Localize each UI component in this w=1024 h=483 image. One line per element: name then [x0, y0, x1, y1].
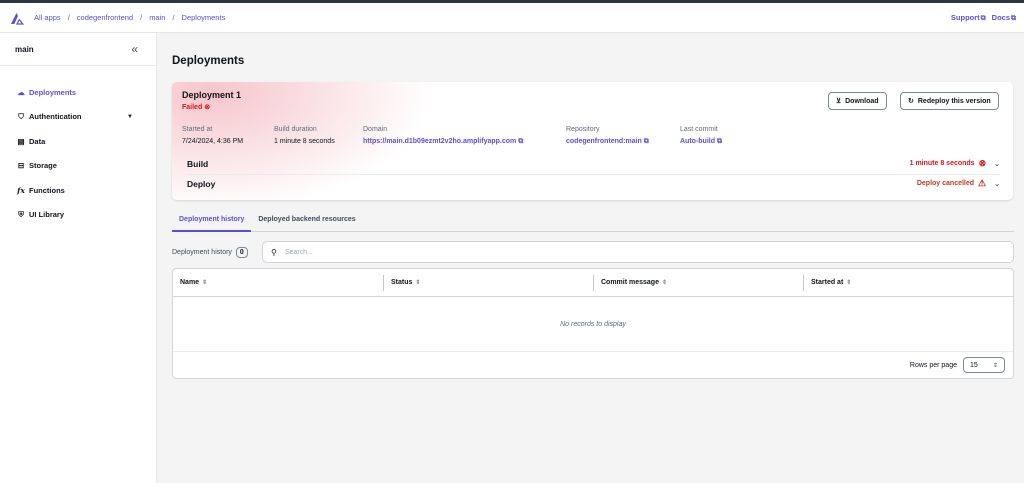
- table-header: Name ⇕ Status ⇕ Commit message ⇕ Started at…: [173, 269, 1013, 297]
- shield-icon: ⛉: [18, 111, 24, 121]
- docs-link[interactable]: Docs⧉: [992, 13, 1016, 23]
- last-commit-link[interactable]: Auto-build ⧉: [680, 138, 722, 146]
- history-count: 0: [235, 246, 248, 258]
- column-commit-message[interactable]: Commit message ⇕: [593, 274, 803, 291]
- database-icon: ▤: [17, 136, 25, 146]
- status-badge: Failed ⊗: [182, 104, 211, 111]
- build-duration: Build duration 1 minute 8 seconds: [274, 126, 335, 145]
- refresh-icon: ↻: [908, 98, 914, 105]
- build-step[interactable]: Build 1 minute 8 seconds ⊗ ⌄: [187, 154, 1000, 173]
- page-title: Deployments: [172, 55, 245, 67]
- warning-icon: ⚠: [978, 178, 987, 188]
- external-link-icon: ⧉: [1011, 15, 1016, 22]
- amplify-logo-icon[interactable]: [10, 11, 24, 25]
- domain-link[interactable]: https://main.d1b09ezmt2v2ho.amplifyapp.c…: [363, 138, 523, 146]
- caret-down-icon[interactable]: ▼: [127, 114, 133, 120]
- sidebar-item-storage[interactable]: ⊟ Storage: [0, 154, 156, 179]
- storage-icon: ⊟: [17, 161, 25, 171]
- deployment-title: Deployment 1: [182, 90, 242, 100]
- breadcrumb: All apps / codegenfrontend / main / Depl…: [34, 13, 226, 22]
- breadcrumb-app[interactable]: codegenfrontend: [77, 13, 133, 22]
- error-icon: ⊗: [204, 104, 211, 111]
- cloud-icon: ☁: [17, 87, 25, 97]
- domain: Domain https://main.d1b09ezmt2v2ho.ampli…: [363, 126, 524, 146]
- column-status[interactable]: Status ⇕: [383, 274, 593, 291]
- external-link-icon: ⧉: [518, 138, 524, 145]
- column-started-at[interactable]: Started at ⇕: [803, 274, 1013, 291]
- chevron-down-icon[interactable]: ⌄: [994, 180, 1000, 188]
- sort-icon: ⇕: [661, 280, 667, 286]
- table-footer: Rows per page 15 ⇕: [173, 352, 1013, 378]
- sidebar-title: main: [15, 44, 34, 54]
- external-link-icon: ⧉: [643, 138, 649, 145]
- tab-deployed-backend-resources[interactable]: Deployed backend resources: [251, 211, 362, 231]
- history-header: Deployment history 0: [172, 245, 248, 259]
- sort-icon: ⇕: [846, 280, 852, 286]
- tabs: Deployment history Deployed backend reso…: [172, 211, 1014, 232]
- support-link[interactable]: Support⧉: [951, 13, 986, 23]
- breadcrumb-all-apps[interactable]: All apps: [34, 13, 61, 22]
- external-link-icon: ⧉: [716, 138, 722, 145]
- sidebar-item-functions[interactable]: fx Functions: [0, 178, 156, 203]
- repository-link[interactable]: codegenfrontend:main ⧉: [566, 138, 649, 146]
- sort-icon: ⇕: [202, 280, 208, 286]
- error-icon: ⊗: [978, 158, 987, 168]
- search-icon: ⚲: [271, 247, 277, 257]
- redeploy-button[interactable]: ↻ Redeploy this version: [900, 92, 999, 110]
- collapse-sidebar-icon[interactable]: «: [131, 42, 138, 56]
- top-bar: All apps / codegenfrontend / main / Depl…: [0, 0, 1024, 33]
- external-link-icon: ⧉: [980, 15, 986, 22]
- repository: Repository codegenfrontend:main ⧉: [566, 126, 649, 146]
- function-icon: fx: [17, 185, 25, 195]
- sidebar-item-ui-library[interactable]: ⛨ UI Library: [0, 203, 156, 228]
- column-name[interactable]: Name ⇕: [173, 275, 383, 291]
- sidebar-item-authentication[interactable]: ⛉ Authentication ▼: [0, 105, 156, 130]
- sort-icon: ⇕: [415, 280, 421, 286]
- sidebar: main « ☁ Deployments ⛉ Authentication ▼ …: [0, 33, 157, 483]
- sidebar-nav: ☁ Deployments ⛉ Authentication ▼ ▤ Data …: [0, 66, 156, 227]
- rows-per-page-select[interactable]: 15 ⇕: [963, 357, 1005, 373]
- breadcrumb-current: Deployments: [181, 13, 226, 22]
- last-commit: Last commit Auto-build ⧉: [680, 126, 722, 146]
- sidebar-item-deployments[interactable]: ☁ Deployments: [0, 80, 156, 105]
- empty-state: No records to display: [173, 297, 1013, 352]
- chevron-down-icon[interactable]: ⌄: [994, 160, 1000, 168]
- search-input[interactable]: ⚲ Search...: [262, 241, 1014, 263]
- tab-deployment-history[interactable]: Deployment history: [172, 211, 252, 232]
- sidebar-item-data[interactable]: ▤ Data: [0, 129, 156, 154]
- ui-library-icon: ⛨: [18, 209, 24, 219]
- breadcrumb-branch[interactable]: main: [149, 13, 165, 22]
- deploy-step[interactable]: Deploy Deploy cancelled ⚠ ⌄: [187, 174, 1000, 193]
- started-at: Started at 7/24/2024, 4:36 PM: [182, 126, 244, 145]
- download-icon: ⊻: [836, 98, 842, 105]
- chevron-updown-icon: ⇕: [992, 362, 998, 369]
- download-button[interactable]: ⊻ Download: [828, 92, 887, 110]
- deployment-history-table: Name ⇕ Status ⇕ Commit message ⇕ Started at…: [172, 268, 1014, 379]
- deployment-card: Deployment 1 Failed ⊗ ⊻ Download ↻ Redep…: [172, 82, 1013, 200]
